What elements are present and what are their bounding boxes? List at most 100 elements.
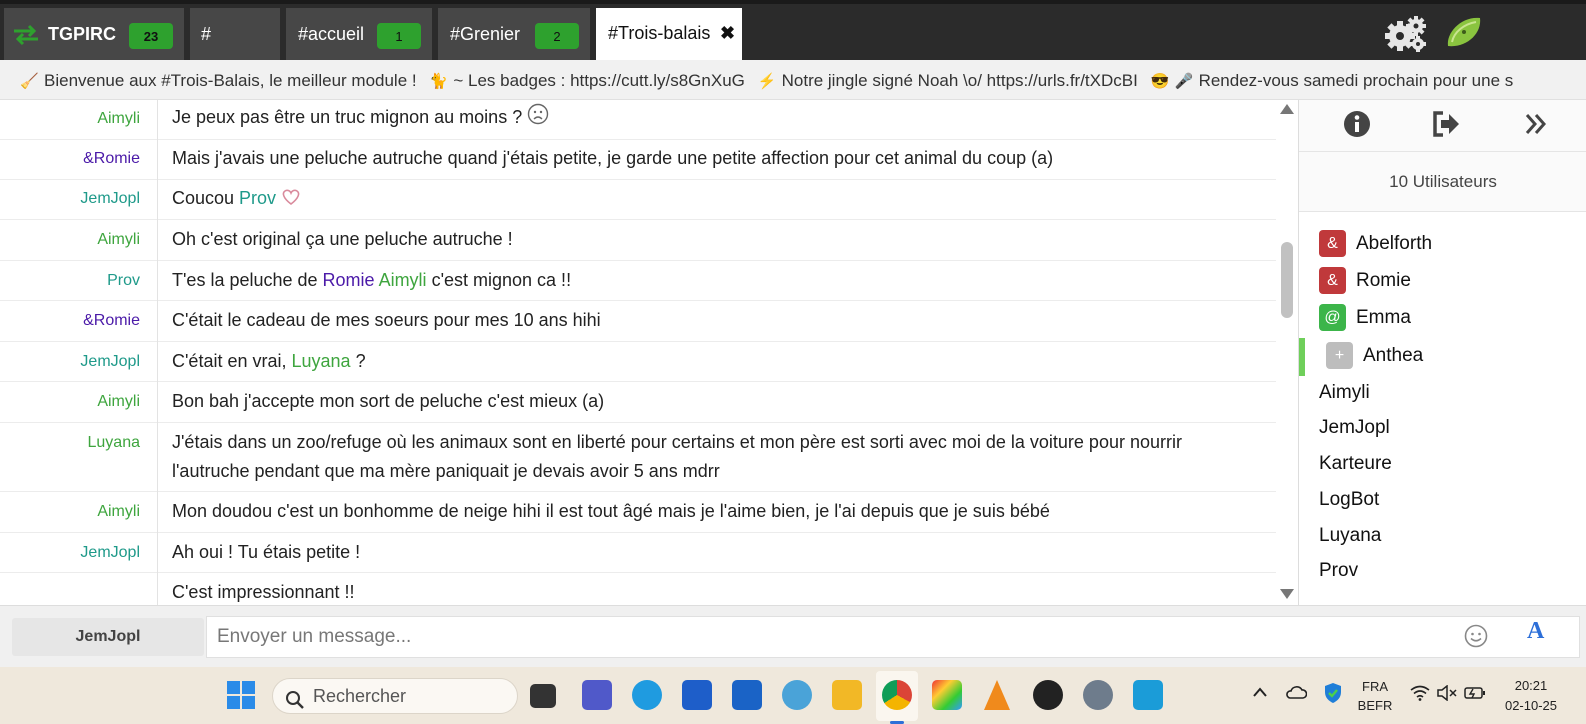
message-nick[interactable]: &Romie bbox=[0, 150, 140, 168]
azure-icon[interactable] bbox=[732, 680, 762, 710]
message-nick[interactable]: JemJopl bbox=[0, 544, 140, 562]
tab-hash[interactable]: # bbox=[190, 8, 280, 60]
message-nick[interactable]: Aimyli bbox=[0, 503, 140, 521]
collapse-sidebar-icon[interactable] bbox=[1525, 112, 1547, 141]
message-row: Aimyli Bon bah j'accepte mon sort de pel… bbox=[0, 382, 1276, 423]
text-format-button[interactable]: A bbox=[1527, 618, 1544, 645]
task-view-icon[interactable] bbox=[530, 684, 556, 708]
user-item[interactable]: Karteure bbox=[1319, 449, 1392, 479]
message-text: C'était en vrai, Luyana ? bbox=[172, 347, 1252, 376]
scroll-down-arrow-icon[interactable] bbox=[1280, 589, 1294, 599]
message-nick[interactable]: Luyana bbox=[0, 434, 141, 452]
voice-badge: + bbox=[1326, 342, 1353, 370]
tab-network-tgpirc[interactable]: TGPIRC 23 bbox=[4, 8, 184, 60]
clock-date: 02-10-25 bbox=[1504, 698, 1558, 713]
message-row: Aimyli Oh c'est original ça une peluche … bbox=[0, 220, 1276, 261]
tab-grenier[interactable]: #Grenier 2 bbox=[438, 8, 590, 60]
topic-segment: ~ Les badges : https://cutt.ly/s8GnXuG bbox=[453, 71, 745, 90]
emoji-icon[interactable] bbox=[1464, 624, 1488, 653]
message-scrollbar[interactable] bbox=[1278, 100, 1296, 605]
top-bar: TGPIRC 23 # #accueil 1 #Grenier 2 #Trois… bbox=[0, 0, 1586, 60]
settings-gear-icon[interactable] bbox=[1384, 14, 1428, 59]
windows-start-icon[interactable] bbox=[227, 681, 255, 714]
user-item[interactable]: Luyana bbox=[1319, 521, 1381, 551]
scroll-thumb[interactable] bbox=[1281, 242, 1293, 318]
message-nick[interactable]: JemJopl bbox=[0, 353, 140, 371]
user-item[interactable]: & Abelforth bbox=[1319, 229, 1432, 259]
edge-icon[interactable] bbox=[632, 680, 662, 710]
tab-label: #Grenier bbox=[450, 23, 521, 44]
kiwi-logo-icon[interactable] bbox=[1444, 14, 1484, 55]
message-text: C'était le cadeau de mes soeurs pour mes… bbox=[172, 310, 601, 330]
mention[interactable]: Romie bbox=[323, 270, 375, 290]
cat-icon: 🐈 bbox=[429, 73, 449, 90]
scroll-up-arrow-icon[interactable] bbox=[1280, 104, 1294, 114]
message-row: JemJopl Coucou Prov bbox=[0, 180, 1276, 220]
mention[interactable]: Prov bbox=[239, 188, 276, 208]
user-item[interactable]: LogBot bbox=[1319, 485, 1379, 515]
tab-accueil[interactable]: #accueil 1 bbox=[286, 8, 432, 60]
microphone-icon: 🎤 bbox=[1174, 73, 1194, 90]
volume-muted-icon[interactable] bbox=[1437, 684, 1457, 706]
message-input[interactable] bbox=[206, 616, 1580, 658]
paint-icon[interactable] bbox=[782, 680, 812, 710]
active-user-marker bbox=[1299, 338, 1305, 376]
network-name: TGPIRC bbox=[48, 23, 117, 44]
language-code: FRA bbox=[1362, 679, 1388, 694]
wifi-icon[interactable] bbox=[1410, 685, 1430, 706]
message-nick[interactable]: Aimyli bbox=[0, 393, 140, 411]
media-player-icon[interactable] bbox=[1033, 680, 1063, 710]
message-nick[interactable]: Prov bbox=[0, 272, 140, 290]
heart-icon bbox=[281, 186, 301, 215]
message-text: Oh c'est original ça une peluche autruch… bbox=[172, 229, 513, 249]
chrome-icon[interactable] bbox=[882, 680, 912, 710]
message-row: Aimyli Mon doudou c'est un bonhomme de n… bbox=[0, 492, 1276, 533]
my-nick-button[interactable]: JemJopl bbox=[12, 618, 204, 656]
lightning-icon: ⚡ bbox=[757, 73, 777, 90]
battery-icon[interactable] bbox=[1464, 685, 1486, 706]
language-indicator[interactable]: FRA BEFR bbox=[1352, 679, 1398, 713]
search-icon bbox=[285, 687, 305, 721]
vlc-icon[interactable] bbox=[984, 680, 1010, 710]
message-nick[interactable]: Aimyli bbox=[0, 110, 140, 128]
store-icon[interactable] bbox=[682, 680, 712, 710]
message-nick[interactable]: &Romie bbox=[0, 312, 140, 330]
mention[interactable]: Aimyli bbox=[379, 270, 427, 290]
user-item[interactable]: & Romie bbox=[1319, 266, 1411, 296]
security-shield-icon[interactable] bbox=[1323, 682, 1343, 709]
user-item[interactable]: Prov bbox=[1319, 556, 1358, 586]
sidebar-toolbar bbox=[1299, 100, 1586, 152]
prime-video-icon[interactable] bbox=[1133, 680, 1163, 710]
message-text: Mon doudou c'est un bonhomme de neige hi… bbox=[172, 501, 1050, 521]
user-item[interactable]: Aimyli bbox=[1319, 378, 1370, 408]
leave-channel-icon[interactable] bbox=[1431, 110, 1461, 143]
message-list[interactable]: Aimyli Je peux pas être un truc mignon a… bbox=[0, 100, 1276, 605]
onedrive-cloud-icon[interactable] bbox=[1285, 685, 1308, 704]
message-nick[interactable]: JemJopl bbox=[0, 190, 140, 208]
message-row: &Romie Mais j'avais une peluche autruche… bbox=[0, 140, 1276, 180]
info-icon[interactable] bbox=[1343, 110, 1371, 143]
user-name: Romie bbox=[1356, 270, 1411, 291]
op-badge: & bbox=[1319, 230, 1346, 258]
clock-time: 20:21 bbox=[1514, 678, 1548, 693]
chevron-up-icon[interactable] bbox=[1252, 685, 1268, 703]
message-nick[interactable]: Aimyli bbox=[0, 231, 140, 249]
teams-icon[interactable] bbox=[582, 680, 612, 710]
taskbar-search[interactable]: Rechercher bbox=[272, 678, 518, 714]
photos-icon[interactable] bbox=[932, 680, 962, 710]
file-explorer-icon[interactable] bbox=[832, 680, 862, 710]
unread-badge: 2 bbox=[535, 23, 579, 49]
message-body: Coucou bbox=[172, 188, 240, 208]
message-row: C'est impressionnant !! bbox=[0, 573, 1276, 605]
user-item[interactable]: + Anthea bbox=[1326, 341, 1423, 371]
message-text: C'est impressionnant !! bbox=[172, 582, 355, 602]
close-icon[interactable]: ✖ bbox=[720, 23, 735, 44]
settings-icon[interactable] bbox=[1083, 680, 1113, 710]
tab-trois-balais[interactable]: #Trois-balais ✖ bbox=[596, 8, 742, 60]
mention[interactable]: Luyana bbox=[292, 351, 351, 371]
broom-icon: 🧹 bbox=[20, 73, 39, 90]
user-item[interactable]: @ Emma bbox=[1319, 303, 1411, 333]
user-item[interactable]: JemJopl bbox=[1319, 413, 1390, 443]
message-row: &Romie C'était le cadeau de mes soeurs p… bbox=[0, 301, 1276, 342]
clock[interactable]: 20:21 02-10-25 bbox=[1496, 678, 1566, 713]
